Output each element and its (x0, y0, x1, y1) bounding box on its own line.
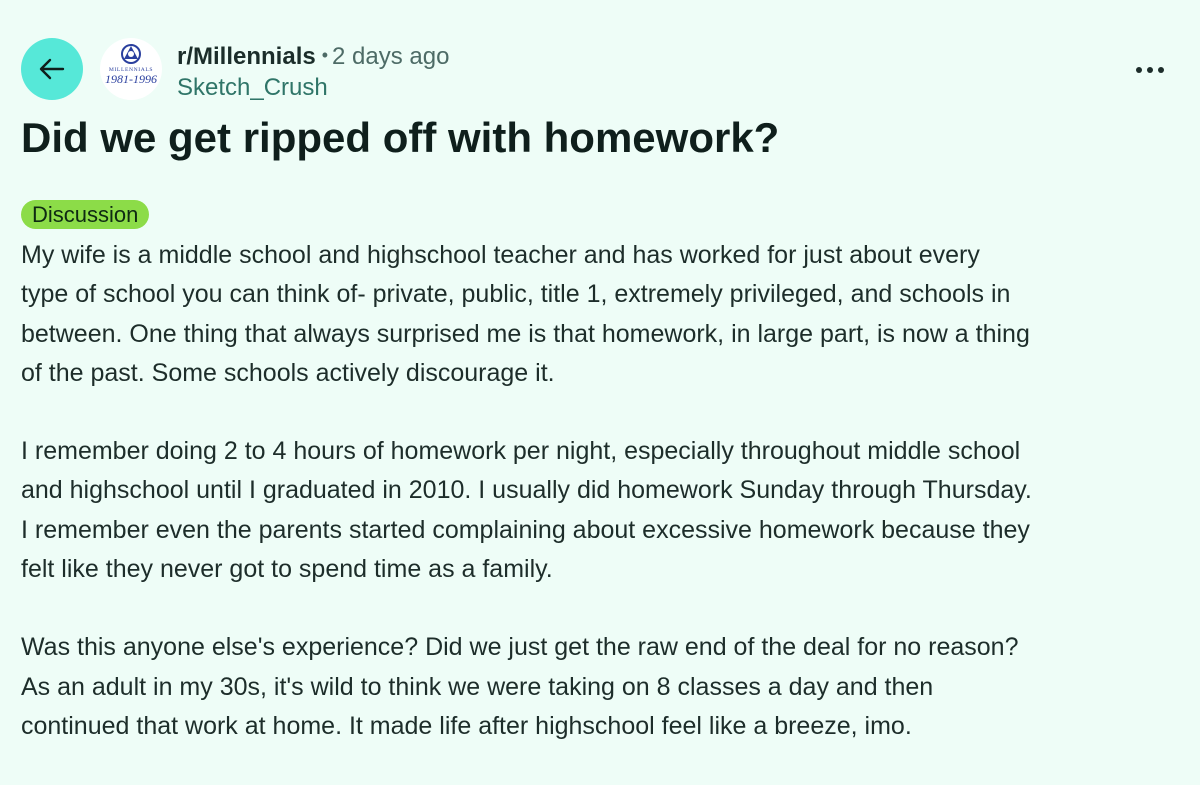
post-time: 2 days ago (332, 43, 450, 70)
more-options-button[interactable] (1128, 58, 1172, 82)
post-flair[interactable]: Discussion (21, 200, 150, 229)
post-paragraph: I remember doing 2 to 4 hours of homewor… (21, 432, 1186, 589)
post-body: My wife is a middle school and highschoo… (21, 236, 1186, 785)
back-button[interactable] (21, 38, 83, 100)
text-line: I remember doing 2 to 4 hours of homewor… (21, 437, 1021, 466)
text-line: type of school you can think of- private… (21, 280, 1011, 309)
millennials-logo: MILLENNIALS 1981-1996 (105, 44, 157, 86)
text-line: I remember even the parents started comp… (21, 515, 1030, 544)
subreddit-link[interactable]: r/Millennials (177, 43, 316, 70)
post-title: Did we get ripped off with homework? (21, 114, 780, 161)
avatar-years-text: 1981-1996 (105, 72, 157, 86)
text-line: continued that work at home. It made lif… (21, 711, 912, 740)
arrow-left-icon (39, 58, 65, 80)
post-meta: r/Millennials • 2 days ago Sketch_Crush (177, 40, 449, 103)
meta-separator: • (321, 45, 329, 65)
text-line: Was this anyone else's experience? Did w… (21, 633, 1019, 662)
meta-line: r/Millennials • 2 days ago (177, 40, 449, 72)
text-line: between. One thing that always surprised… (21, 319, 1030, 348)
text-line: felt like they never got to spend time a… (21, 555, 553, 584)
subreddit-avatar[interactable]: MILLENNIALS 1981-1996 (100, 38, 162, 100)
text-line: As an adult in my 30s, it's wild to thin… (21, 672, 934, 701)
text-line: My wife is a middle school and highschoo… (21, 241, 980, 269)
text-line: of the past. Some schools actively disco… (21, 358, 555, 387)
text-line: and highschool until I graduated in 2010… (21, 476, 1032, 505)
author-link[interactable]: Sketch_Crush (177, 73, 449, 103)
ellipsis-icon (1136, 67, 1164, 73)
post-paragraph: Was this anyone else's experience? Did w… (21, 628, 1186, 746)
post-paragraph: My wife is a middle school and highschoo… (21, 236, 1186, 393)
